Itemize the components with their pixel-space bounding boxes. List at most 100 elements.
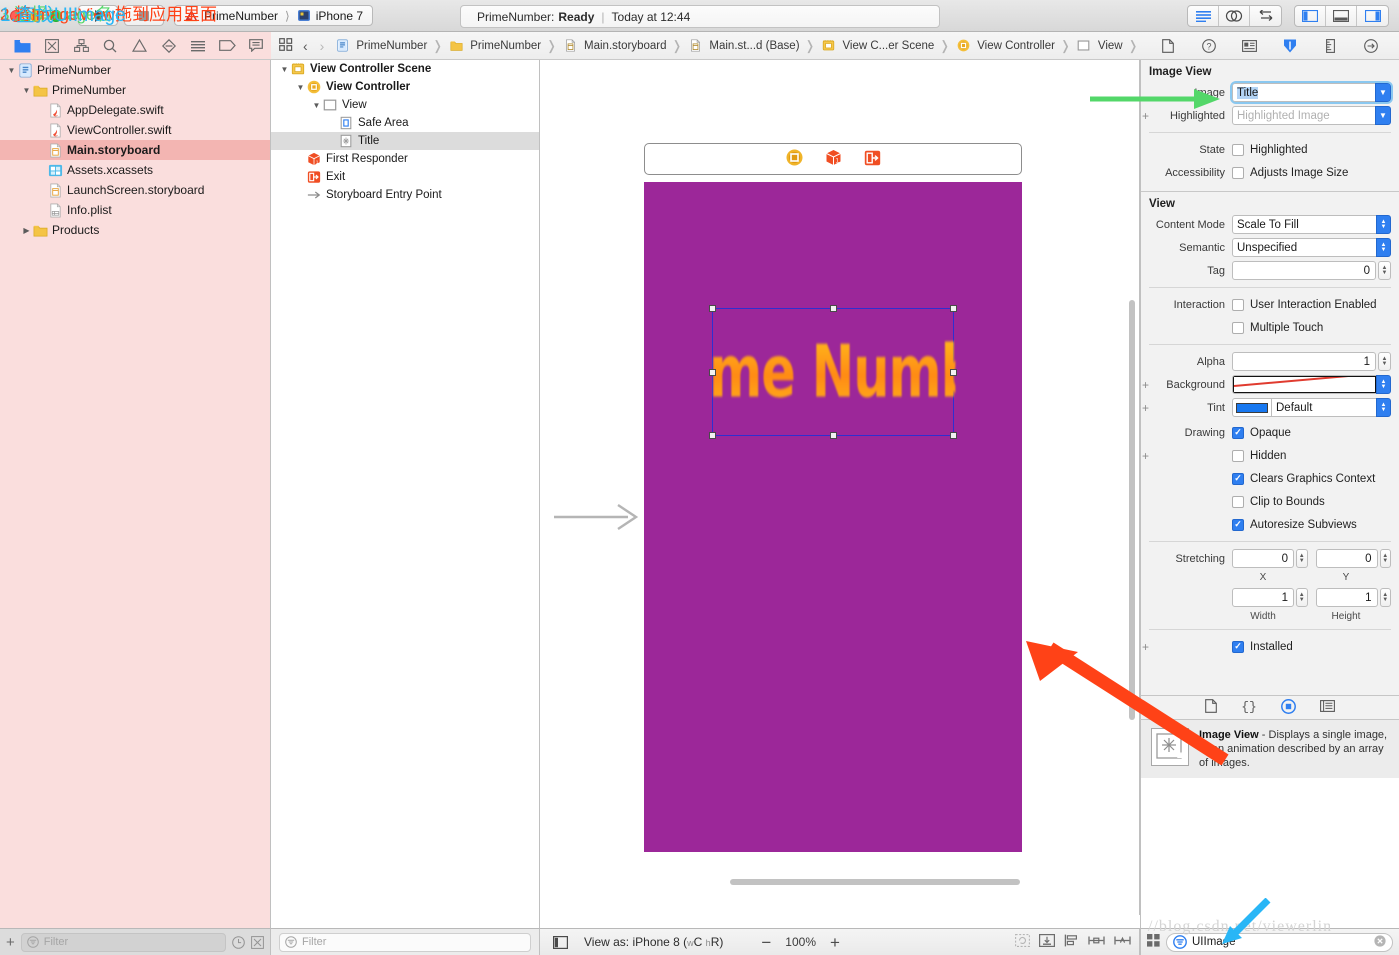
grid-view-icon[interactable] [1147,934,1160,950]
source-control-filter-icon[interactable] [251,935,264,949]
first-responder-icon[interactable]: 1 [825,149,842,169]
update-frames-icon[interactable] [1015,934,1030,950]
minimize-window-button[interactable] [30,9,42,22]
document-outline[interactable]: View Controller Scene View Controller View… [271,60,540,928]
disclosure-triangle-icon[interactable] [311,101,322,110]
tint-add-variation-icon[interactable]: + [1141,402,1150,414]
breadcrumb-item-primenumber[interactable]: PrimeNumber [334,38,427,54]
multiple-touch-checkbox[interactable] [1232,321,1244,334]
jump-back-icon[interactable]: ‹ [303,38,308,54]
report-navigator-icon[interactable] [242,36,271,56]
disclosure-triangle-icon[interactable] [295,83,306,92]
project-navigator[interactable]: PrimeNumber PrimeNumber AppDelegate.swift V… [0,60,271,928]
resize-handle-t[interactable] [830,305,837,312]
breadcrumb-item-view[interactable]: View [1076,38,1123,54]
background-swatch[interactable] [1232,375,1377,394]
library-item-image-view[interactable]: Image View - Displays a single image, or… [1141,720,1399,778]
alpha-stepper[interactable]: ▲ ▼ [1378,352,1391,371]
navigator-filter-input[interactable]: Filter [20,932,226,952]
navigator-item-appdelegate-swift[interactable]: AppDelegate.swift [0,100,270,120]
size-inspector-icon[interactable] [1318,36,1342,56]
image-combo-box[interactable]: Title ▼ [1230,81,1393,104]
breadcrumb-item-primenumber[interactable]: PrimeNumber [448,38,541,54]
outline-item-first-responder[interactable]: 1 First Responder [271,150,539,168]
embed-in-icon[interactable] [1039,934,1056,950]
zoom-out-button[interactable]: − [761,934,771,951]
user-interaction-enabled-checkbox[interactable] [1232,298,1244,311]
adjusts-image-size-checkbox[interactable] [1232,166,1244,179]
symbol-navigator-icon[interactable] [66,36,95,56]
recent-files-icon[interactable] [232,935,245,949]
pin-icon[interactable] [1088,934,1105,950]
canvas-horizontal-scrollbar-thumb[interactable] [730,879,1020,885]
code-snippet-library-icon[interactable]: {} [1241,699,1257,716]
jump-forward-icon[interactable]: › [320,38,325,54]
stepper-up-down-icon[interactable]: ▲ ▼ [1376,375,1391,394]
outline-item-safe-area[interactable]: Safe Area [271,114,539,132]
outline-item-storyboard-entry-point[interactable]: Storyboard Entry Point [271,186,539,204]
autoresize-subviews-checkbox[interactable] [1232,518,1244,531]
background-color-well[interactable]: ▲ ▼ [1232,375,1391,394]
assistant-editor-button[interactable] [1219,6,1250,26]
disclosure-triangle-icon[interactable] [279,65,290,74]
test-navigator-icon[interactable] [154,36,183,56]
tag-input[interactable]: 0 [1232,261,1376,280]
chevron-down-icon[interactable]: ▼ [1375,106,1391,125]
scheme-selector[interactable]: PrimeNumber ⟩ iPhone 7 [174,5,374,26]
clears-graphics-context-checkbox[interactable] [1232,472,1244,485]
breadcrumb-item-view-c-er-scene[interactable]: View C...er Scene [820,38,934,54]
resize-handle-r[interactable] [950,369,957,376]
related-items-icon[interactable] [279,37,293,54]
source-control-navigator-icon[interactable] [37,36,66,56]
stepper-up-down-icon[interactable]: ▲ ▼ [1376,398,1391,417]
connections-inspector-icon[interactable] [1359,36,1383,56]
stretching-width-input[interactable]: 1 [1232,588,1294,607]
stretching-y-stepper[interactable]: ▲ ▼ [1379,549,1391,568]
breakpoint-navigator-icon[interactable] [213,36,242,56]
view-controller-canvas-view[interactable]: Prime Number [632,182,1035,852]
stretching-x-stepper[interactable]: ▲ ▼ [1296,549,1308,568]
editor-mode-segmented[interactable] [1187,5,1282,27]
tag-stepper[interactable]: ▲ ▼ [1378,261,1391,280]
object-library[interactable]: Image View - Displays a single image, or… [1140,720,1399,928]
resize-handle-l[interactable] [709,369,716,376]
exit-icon[interactable] [864,150,881,169]
breadcrumb-item-main-st-d-base-[interactable]: Main.st...d (Base) [687,38,800,54]
highlighted-input[interactable]: Highlighted Image [1232,106,1376,125]
state-highlighted-checkbox[interactable] [1232,143,1244,156]
resize-handle-b[interactable] [830,432,837,439]
add-file-button[interactable]: + [6,935,15,950]
selected-image-view[interactable]: Prime Number [632,305,1035,439]
navigator-item-primenumber[interactable]: PrimeNumber [0,60,270,80]
resize-handle-tr[interactable] [950,305,957,312]
resize-handle-tl[interactable] [709,305,716,312]
navigator-item-primenumber[interactable]: PrimeNumber [0,80,270,100]
stretching-width-stepper[interactable]: ▲ ▼ [1296,588,1308,607]
object-library-icon[interactable] [1281,698,1296,717]
storyboard-canvas[interactable]: 1 Prime Number [540,60,1140,915]
disclosure-triangle-icon[interactable] [21,86,32,95]
resolve-issues-icon[interactable] [1114,934,1131,950]
zoom-in-button[interactable]: + [830,934,840,951]
toggle-outline-button[interactable] [548,935,572,949]
outline-item-view-controller[interactable]: View Controller [271,78,539,96]
semantic-select[interactable]: Unspecified ▲ ▼ [1232,238,1391,257]
attributes-inspector-icon[interactable] [1278,36,1302,56]
clip-to-bounds-checkbox[interactable] [1232,495,1244,508]
stretching-x-input[interactable]: 0 [1232,549,1294,568]
breadcrumb-item-view-controller[interactable]: View Controller [955,38,1055,54]
navigator-item-main-storyboard[interactable]: Main.storyboard [0,140,270,160]
tint-swatch[interactable] [1232,398,1272,417]
highlighted-add-variation-icon[interactable]: + [1141,110,1150,122]
zoom-window-button[interactable] [50,9,62,22]
hidden-checkbox[interactable] [1232,449,1244,462]
navigator-item-launchscreen-storyboard[interactable]: LaunchScreen.storyboard [0,180,270,200]
disclosure-triangle-icon[interactable] [6,66,17,75]
outline-item-view[interactable]: View [271,96,539,114]
background-add-variation-icon[interactable]: + [1141,379,1150,391]
navigator-item-assets-xcassets[interactable]: Assets.xcassets [0,160,270,180]
attributes-inspector[interactable]: Image View Image Title ▼ + Highlighted H… [1140,60,1399,695]
close-window-button[interactable] [10,9,22,22]
navigator-item-viewcontroller-swift[interactable]: ViewController.swift [0,120,270,140]
opaque-checkbox[interactable] [1232,426,1244,439]
